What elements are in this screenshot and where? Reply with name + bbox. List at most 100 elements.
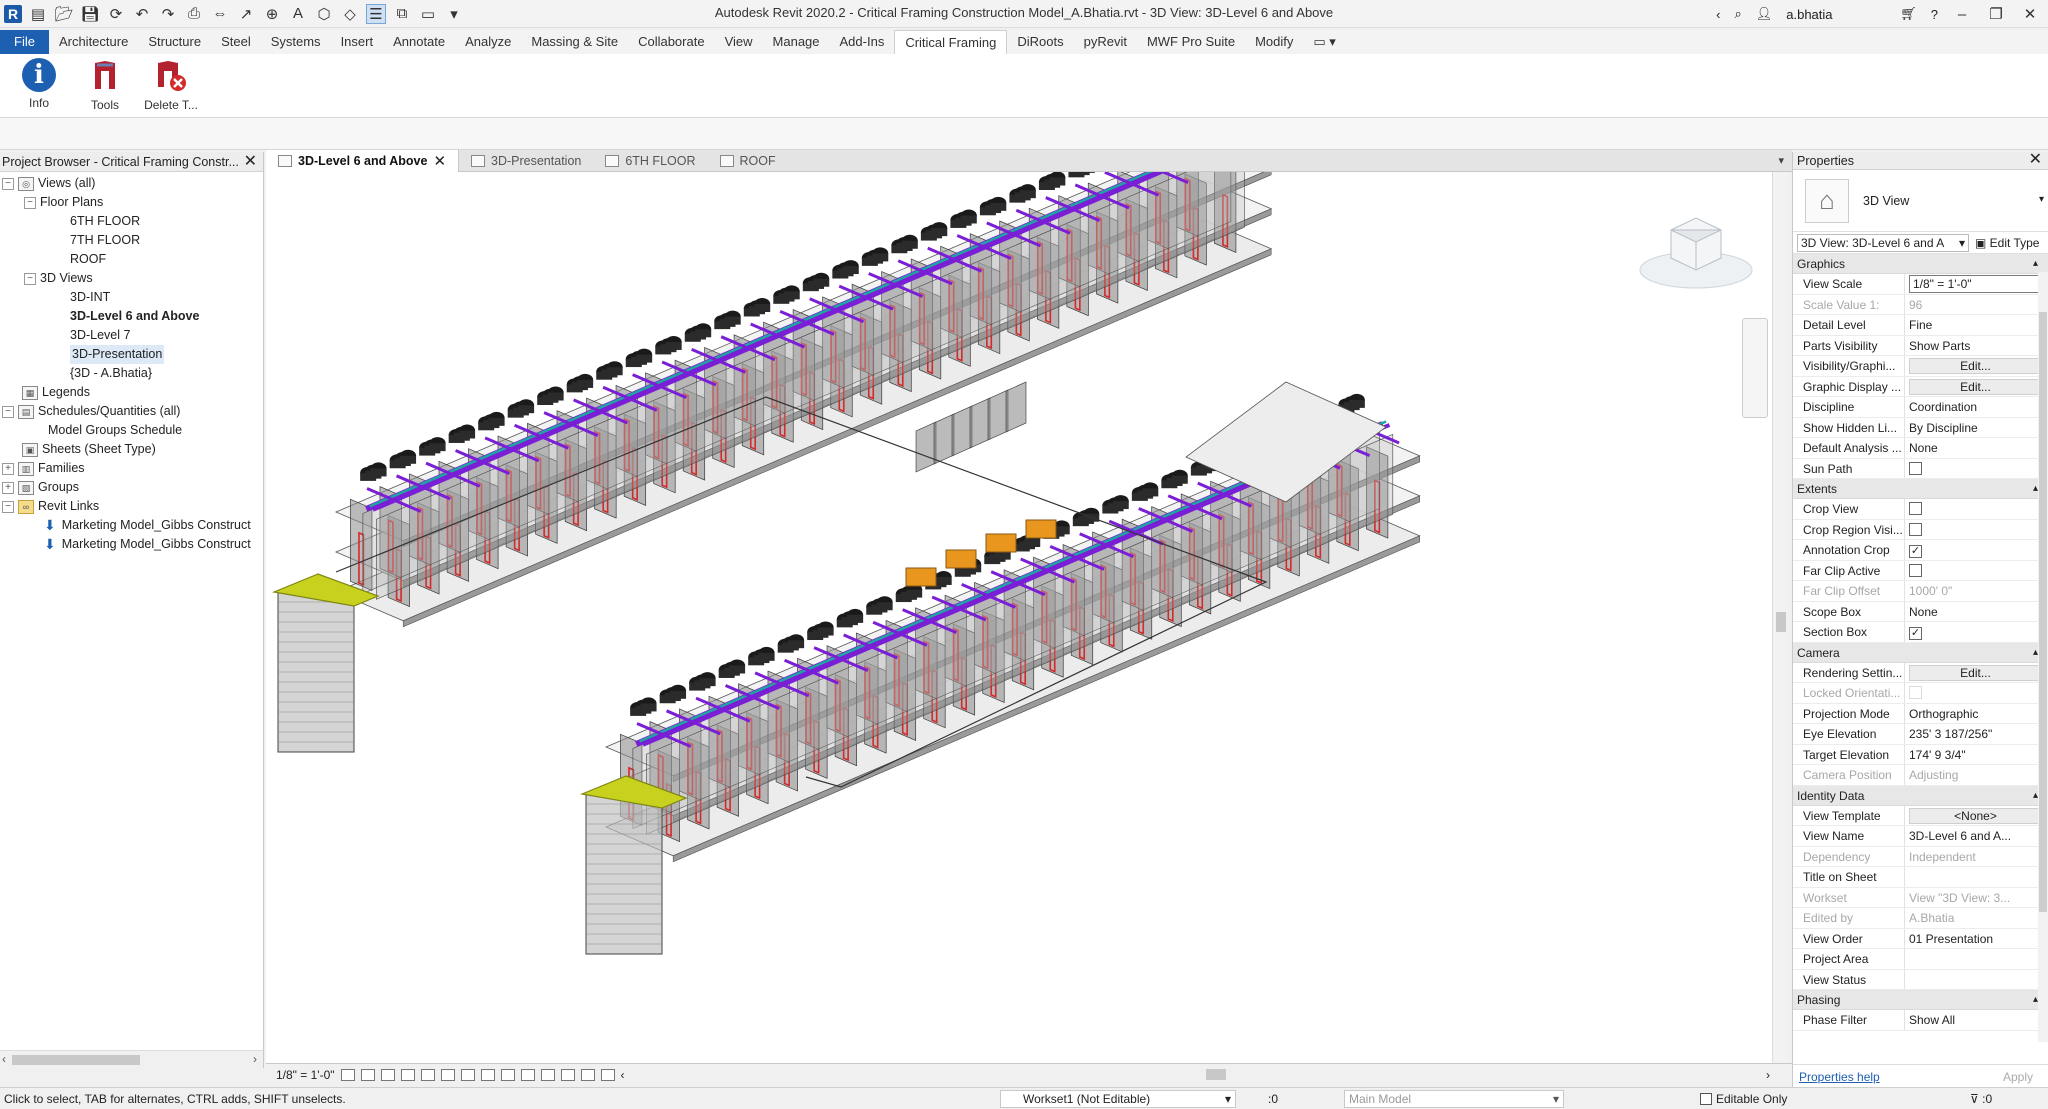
design-option-dropdown[interactable]: Main Model (1344, 1090, 1564, 1108)
sun-path-icon[interactable] (380, 1068, 395, 1081)
tree-node-legends[interactable]: ▦ Legends (0, 383, 263, 402)
tree-node-schedules[interactable]: − ▤ Schedules/Quantities (all) (0, 402, 263, 421)
redo-icon[interactable]: ↷ (158, 4, 178, 24)
scroll-left-icon[interactable]: ‹ (621, 1068, 625, 1082)
ribbon-tab-file[interactable]: File (0, 30, 49, 54)
binoculars-icon[interactable]: ⌕ (1734, 6, 1741, 22)
tree-node-floor-plans[interactable]: − Floor Plans (0, 193, 263, 212)
ribbon-tab-annotate[interactable]: Annotate (383, 30, 455, 54)
canvas-vscroll[interactable] (1772, 172, 1788, 1065)
text-icon[interactable]: A (288, 4, 308, 24)
shadows-icon[interactable] (400, 1068, 415, 1081)
ribbon-tab-diroots[interactable]: DiRoots (1007, 30, 1073, 54)
properties-scrollbar[interactable] (2038, 272, 2048, 1042)
ribbon-tab-analyze[interactable]: Analyze (455, 30, 521, 54)
revit-logo-icon[interactable]: R (4, 4, 22, 23)
edit-button[interactable]: Edit... (1909, 664, 2042, 681)
scroll-right-icon[interactable]: › (1766, 1068, 1770, 1082)
lock-view-icon[interactable] (480, 1068, 495, 1081)
filter-icon[interactable]: ⊽ :0 (1970, 1088, 1992, 1109)
show-crop-icon[interactable] (460, 1068, 475, 1081)
edit-button[interactable]: Edit... (1909, 358, 2042, 374)
prop-value[interactable]: 3D-Level 6 and A... (1905, 826, 2048, 846)
tree-node-families[interactable]: + ▥ Families (0, 459, 263, 478)
close-hidden-icon[interactable]: ⧉ (392, 4, 412, 24)
ribbon-tab-architecture[interactable]: Architecture (49, 30, 138, 54)
prop-group-extents[interactable]: Extents (1793, 479, 2048, 499)
prop-group-phasing[interactable]: Phasing (1793, 990, 2048, 1010)
prop-value[interactable]: Show All (1905, 1010, 2048, 1030)
tree-node-3d-abhatia[interactable]: {3D - A.Bhatia} (0, 364, 263, 383)
info-button[interactable]: i Info (8, 54, 70, 118)
tree-node-views-all[interactable]: − ◎ Views (all) (0, 174, 263, 193)
ribbon-tab-collaborate[interactable]: Collaborate (628, 30, 715, 54)
checkbox[interactable] (1909, 563, 1922, 577)
tree-node-groups[interactable]: + ▧ Groups (0, 478, 263, 497)
temp-hide-icon[interactable] (500, 1068, 515, 1081)
collapse-icon[interactable]: − (24, 196, 36, 209)
tabs-menu-icon[interactable]: ▾ (1778, 150, 1792, 171)
value-field[interactable]: 1/8" = 1'-0" (1909, 275, 2042, 293)
checkbox[interactable] (1909, 502, 1922, 515)
ribbon-tab-mwf-pro-suite[interactable]: MWF Pro Suite (1137, 30, 1245, 54)
view-tab-3d-presentation[interactable]: 3D-Presentation (459, 150, 593, 172)
prop-value[interactable]: 174' 9 3/4" (1905, 745, 2048, 765)
type-selector[interactable]: ⌂ 3D View ▾ (1793, 170, 2048, 232)
tag-icon[interactable]: ⊕ (262, 4, 282, 24)
prop-value[interactable]: Orthographic (1905, 704, 2048, 724)
view-tab-3d-level-6[interactable]: 3D-Level 6 and Above ✕ (266, 150, 460, 172)
prop-group-graphics[interactable]: Graphics (1793, 254, 2048, 274)
qat-customize-icon[interactable]: ▾ (444, 4, 464, 24)
ribbon-tab-modify[interactable]: Modify (1245, 30, 1303, 54)
tree-node-3d-int[interactable]: 3D-INT (0, 288, 263, 307)
tree-node-3d-views[interactable]: −3D Views (0, 269, 263, 288)
prop-value[interactable]: Show Parts (1905, 336, 2048, 356)
close-icon[interactable]: ✕ (2029, 151, 2042, 169)
undo-icon[interactable]: ↶ (132, 4, 152, 24)
3d-model-view[interactable] (266, 172, 1782, 1065)
detail-level-icon[interactable] (340, 1068, 355, 1081)
save-icon[interactable]: 💾︎ (80, 4, 100, 24)
cart-icon[interactable]: 🛒︎ (1900, 6, 1917, 22)
crop-icon[interactable] (440, 1068, 455, 1081)
view-scale-control[interactable]: 1/8" = 1'-0" (276, 1068, 335, 1082)
view-tab-6th-floor[interactable]: 6TH FLOOR (593, 150, 707, 172)
tree-node-6th-floor[interactable]: 6TH FLOOR (0, 212, 263, 231)
collapse-icon[interactable]: − (2, 500, 14, 513)
chevron-down-icon[interactable]: ▾ (2039, 194, 2044, 205)
prop-group-camera[interactable]: Camera (1793, 642, 2048, 663)
navigation-bar[interactable] (1742, 318, 1768, 418)
drawing-canvas[interactable] (266, 172, 1782, 1065)
tree-node-sheets[interactable]: ▣ Sheets (Sheet Type) (0, 440, 263, 459)
scroll-left-icon[interactable]: ‹ (2, 1052, 6, 1066)
delete-button[interactable]: Delete T... (140, 54, 202, 118)
prop-value[interactable]: By Discipline (1905, 418, 2048, 438)
prop-group-identity[interactable]: Identity Data (1793, 785, 2048, 806)
collapse-icon[interactable]: − (2, 177, 14, 190)
help-icon[interactable]: ? (1931, 7, 1938, 22)
close-tab-icon[interactable]: ✕ (433, 152, 446, 170)
collapse-icon[interactable]: − (2, 405, 14, 418)
scroll-thumb[interactable] (1776, 612, 1786, 632)
checkbox[interactable] (1909, 522, 1922, 536)
default-3d-icon[interactable]: ⬡ (314, 4, 334, 24)
reveal-hidden-icon[interactable] (520, 1068, 535, 1081)
view-cube-icon[interactable] (1639, 217, 1753, 289)
print-icon[interactable]: ⎙ (184, 4, 204, 24)
highlight-displacement-icon[interactable] (580, 1068, 595, 1081)
section-icon[interactable]: ◇ (340, 4, 360, 24)
checkbox[interactable] (1909, 461, 1922, 475)
close-icon[interactable]: ✕ (244, 152, 257, 171)
checkbox[interactable]: ✓ (1909, 545, 1922, 558)
tree-node-link-2[interactable]: ⬇ Marketing Model_Gibbs Construct (0, 535, 263, 554)
ribbon-tab-systems[interactable]: Systems (261, 30, 331, 54)
properties-help-link[interactable]: Properties help (1799, 1070, 1880, 1084)
measure-icon[interactable]: ⇔ (210, 4, 230, 24)
checkbox[interactable]: ✓ (1909, 627, 1922, 640)
minimize-icon[interactable]: – (1952, 6, 1972, 23)
prop-value[interactable] (1905, 867, 2048, 887)
apply-button[interactable]: Apply (1993, 1068, 2043, 1086)
prop-value[interactable] (1905, 949, 2048, 969)
tree-node-revit-links[interactable]: − ∞ Revit Links (0, 497, 263, 516)
ribbon-tab-steel[interactable]: Steel (211, 30, 261, 54)
